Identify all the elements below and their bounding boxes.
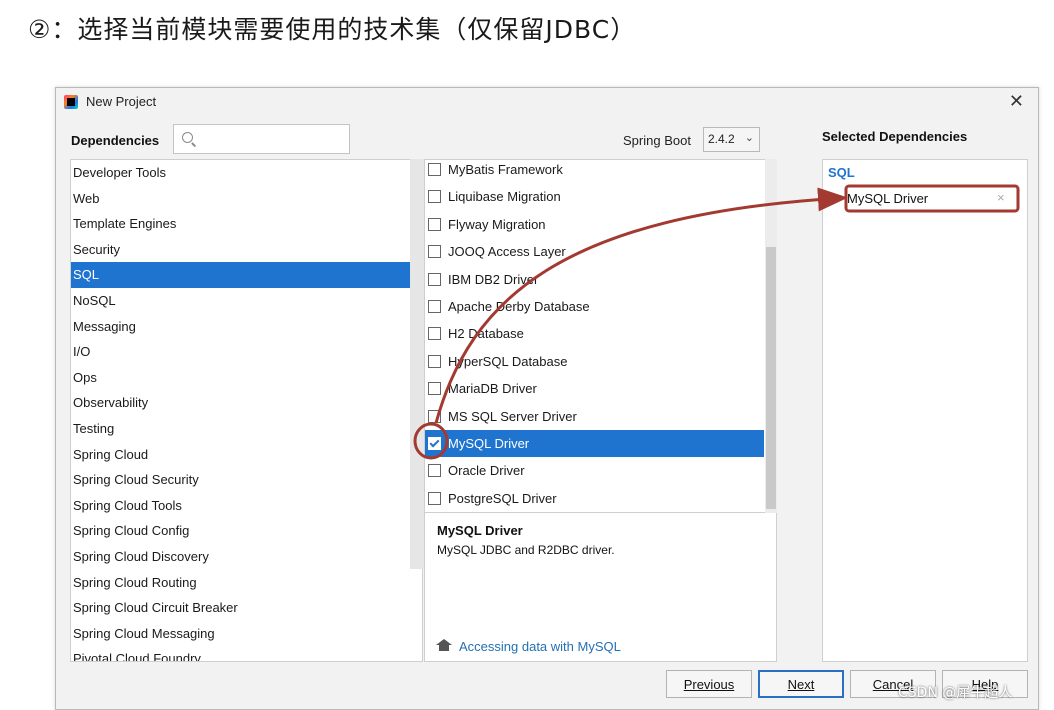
previous-button[interactable]: Previous bbox=[666, 670, 752, 698]
checkbox[interactable] bbox=[428, 327, 441, 341]
dependency-label: JOOQ Access Layer bbox=[448, 244, 566, 260]
category-scrollbar[interactable] bbox=[410, 159, 424, 569]
dependency-item[interactable]: MS SQL Server Driver bbox=[425, 403, 776, 430]
slide-heading: ②：选择当前模块需要使用的技术集（仅保留JDBC） bbox=[28, 15, 637, 44]
category-item[interactable]: Spring Cloud Messaging bbox=[71, 621, 422, 647]
dependency-label: HyperSQL Database bbox=[448, 353, 568, 369]
dependency-item[interactable]: PostgreSQL Driver bbox=[425, 485, 776, 512]
checkbox[interactable] bbox=[428, 436, 441, 450]
checkbox[interactable] bbox=[428, 163, 441, 176]
dependency-item[interactable]: Apache Derby Database bbox=[425, 293, 776, 320]
checkbox[interactable] bbox=[428, 190, 441, 204]
dependency-label: Oracle Driver bbox=[448, 463, 525, 479]
spring-boot-label: Spring Boot bbox=[623, 133, 691, 148]
category-item[interactable]: NoSQL bbox=[71, 288, 422, 314]
dependency-label: MS SQL Server Driver bbox=[448, 408, 577, 424]
dependency-scrollbar-thumb[interactable] bbox=[766, 247, 776, 509]
selected-dependencies-panel: SQL MySQL Driver × bbox=[822, 159, 1028, 662]
detail-description: MySQL JDBC and R2DBC driver. bbox=[437, 543, 615, 557]
checkbox[interactable] bbox=[428, 299, 441, 313]
category-item[interactable]: Spring Cloud Tools bbox=[71, 493, 422, 519]
selected-group-label: SQL bbox=[828, 165, 855, 180]
dependency-label: Apache Derby Database bbox=[448, 298, 590, 314]
dependencies-label: Dependencies bbox=[71, 133, 160, 148]
new-project-dialog: New Project ✕ Dependencies Spring Boot 2… bbox=[55, 87, 1039, 710]
checkbox[interactable] bbox=[428, 491, 441, 505]
watermark: CSDN @犀牛超人 bbox=[898, 685, 1013, 701]
dependency-item[interactable]: Flyway Migration bbox=[425, 211, 776, 238]
dependency-item[interactable]: H2 Database bbox=[425, 320, 776, 347]
search-icon bbox=[182, 132, 193, 143]
next-button[interactable]: Next bbox=[758, 670, 844, 698]
dependency-item[interactable]: IBM DB2 Driver bbox=[425, 266, 776, 293]
spring-boot-version-select[interactable]: 2.4.2 ⌄ bbox=[703, 127, 760, 152]
spring-boot-version-value: 2.4.2 bbox=[708, 132, 735, 146]
dependency-label: MariaDB Driver bbox=[448, 381, 537, 397]
dependency-list[interactable]: MyBatis Framework Liquibase Migration Flyw… bbox=[424, 159, 777, 513]
category-item[interactable]: Testing bbox=[71, 416, 422, 442]
category-item[interactable]: SQL bbox=[71, 262, 422, 288]
checkbox[interactable] bbox=[428, 464, 441, 478]
dependency-label: IBM DB2 Driver bbox=[448, 271, 539, 287]
close-icon[interactable]: ✕ bbox=[1009, 91, 1024, 112]
window-title: New Project bbox=[86, 94, 157, 109]
detail-title: MySQL Driver bbox=[437, 523, 523, 538]
search-input[interactable] bbox=[200, 129, 345, 149]
checkbox[interactable] bbox=[428, 354, 441, 368]
category-item[interactable]: Template Engines bbox=[71, 211, 422, 237]
home-icon bbox=[436, 639, 452, 651]
checkbox[interactable] bbox=[428, 245, 441, 259]
category-item[interactable]: Spring Cloud Routing bbox=[71, 570, 422, 596]
dependency-label: H2 Database bbox=[448, 326, 524, 342]
dependency-item[interactable]: MariaDB Driver bbox=[425, 375, 776, 402]
checkbox[interactable] bbox=[428, 382, 441, 396]
category-item[interactable]: I/O bbox=[71, 339, 422, 365]
selected-dependencies-title: Selected Dependencies bbox=[822, 129, 968, 144]
guide-link[interactable]: Accessing data with MySQL bbox=[459, 639, 621, 654]
dependency-scrollbar[interactable] bbox=[765, 159, 777, 513]
dependency-detail-panel: MySQL Driver MySQL JDBC and R2DBC driver… bbox=[424, 513, 777, 662]
dependency-item[interactable]: Oracle Driver bbox=[425, 457, 776, 484]
checkbox[interactable] bbox=[428, 272, 441, 286]
check-icon bbox=[429, 437, 440, 448]
category-item[interactable]: Developer Tools bbox=[71, 160, 422, 186]
category-list[interactable]: Developer Tools Web Template Engines Securi… bbox=[70, 159, 423, 662]
category-item[interactable]: Observability bbox=[71, 390, 422, 416]
selected-item-mysql-driver: MySQL Driver bbox=[847, 191, 929, 206]
category-item[interactable]: Ops bbox=[71, 365, 422, 391]
dependency-item[interactable]: MySQL Driver bbox=[425, 429, 764, 458]
dependency-label: MyBatis Framework bbox=[448, 162, 563, 177]
checkbox[interactable] bbox=[428, 217, 441, 231]
dependency-item[interactable]: Liquibase Migration bbox=[425, 183, 776, 210]
category-item[interactable]: Web bbox=[71, 186, 422, 212]
dependency-item[interactable]: HyperSQL Database bbox=[425, 348, 776, 375]
category-item[interactable]: Spring Cloud Discovery bbox=[71, 544, 422, 570]
dependency-label: Liquibase Migration bbox=[448, 189, 561, 205]
category-item[interactable]: Spring Cloud bbox=[71, 442, 422, 468]
checkbox[interactable] bbox=[428, 409, 441, 423]
category-item[interactable]: Spring Cloud Circuit Breaker bbox=[71, 595, 422, 621]
next-button-label: Next bbox=[787, 676, 815, 692]
category-item[interactable]: Security bbox=[71, 237, 422, 263]
category-item[interactable]: Messaging bbox=[71, 314, 422, 340]
dependency-item[interactable]: MyBatis Framework bbox=[425, 160, 776, 183]
title-bar: New Project ✕ bbox=[56, 88, 1038, 116]
category-item[interactable]: Spring Cloud Security bbox=[71, 467, 422, 493]
search-box[interactable] bbox=[173, 124, 350, 154]
dependency-label: PostgreSQL Driver bbox=[448, 490, 557, 506]
dependency-label: Flyway Migration bbox=[448, 216, 546, 232]
category-item[interactable]: Spring Cloud Config bbox=[71, 518, 422, 544]
previous-button-label: Previous bbox=[683, 676, 735, 692]
remove-icon[interactable]: × bbox=[997, 190, 1005, 205]
chevron-down-icon: ⌄ bbox=[744, 132, 754, 144]
dependency-item[interactable]: JOOQ Access Layer bbox=[425, 238, 776, 265]
intellij-app-icon bbox=[64, 95, 78, 109]
category-item[interactable]: Pivotal Cloud Foundry bbox=[71, 646, 422, 661]
dependency-label: MySQL Driver bbox=[448, 435, 530, 451]
